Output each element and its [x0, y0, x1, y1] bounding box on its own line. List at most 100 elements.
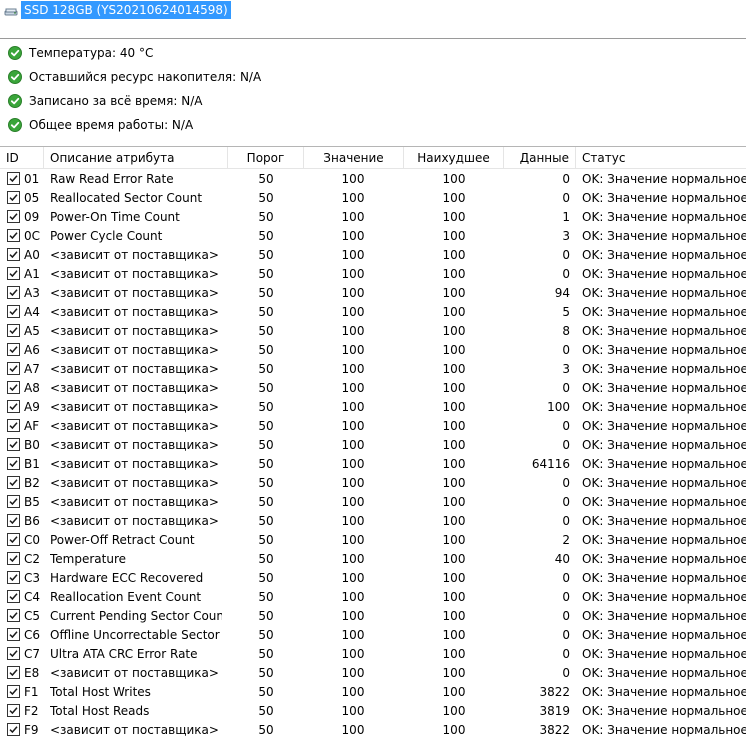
- cell-threshold: 50: [258, 400, 274, 414]
- cell-worst: 100: [442, 514, 466, 528]
- cell-threshold: 50: [258, 647, 274, 661]
- row-checkbox[interactable]: [7, 381, 20, 394]
- table-row[interactable]: C4 Reallocation Event Count 50 100 100 0 OK: З…: [0, 588, 746, 607]
- table-row[interactable]: A3 <зависит от поставщика> 50 100 100 94 OK: З…: [0, 284, 746, 303]
- cell-value: 100: [341, 723, 365, 737]
- cell-threshold: 50: [258, 381, 274, 395]
- cell-status: OK: Значение нормальное: [582, 647, 746, 661]
- table-row[interactable]: A5 <зависит от поставщика> 50 100 100 8 OK: Зн…: [0, 322, 746, 341]
- row-checkbox[interactable]: [7, 286, 20, 299]
- table-row[interactable]: A7 <зависит от поставщика> 50 100 100 3 OK: Зн…: [0, 360, 746, 379]
- row-checkbox[interactable]: [7, 419, 20, 432]
- cell-status: OK: Значение нормальное: [582, 457, 746, 471]
- cell-description: <зависит от поставщика>: [50, 324, 219, 338]
- row-checkbox[interactable]: [7, 476, 20, 489]
- row-checkbox[interactable]: [7, 723, 20, 736]
- table-row[interactable]: C0 Power-Off Retract Count 50 100 100 2 OK: Зн…: [0, 531, 746, 550]
- table-row[interactable]: C2 Temperature 50 100 100 40 OK: Значение норм…: [0, 550, 746, 569]
- table-row[interactable]: A4 <зависит от поставщика> 50 100 100 5 OK: Зн…: [0, 303, 746, 322]
- column-header-threshold[interactable]: Порог: [228, 147, 304, 169]
- table-row[interactable]: 05 Reallocated Sector Count 50 100 100 0 OK: З…: [0, 189, 746, 208]
- row-checkbox[interactable]: [7, 324, 20, 337]
- table-row[interactable]: 09 Power-On Time Count 50 100 100 1 OK: Значен…: [0, 208, 746, 227]
- cell-threshold: 50: [258, 248, 274, 262]
- row-checkbox[interactable]: [7, 438, 20, 451]
- row-checkbox[interactable]: [7, 590, 20, 603]
- table-row[interactable]: A1 <зависит от поставщика> 50 100 100 0 OK: Зн…: [0, 265, 746, 284]
- row-checkbox[interactable]: [7, 305, 20, 318]
- table-row[interactable]: C3 Hardware ECC Recovered 50 100 100 0 OK: Зна…: [0, 569, 746, 588]
- table-row[interactable]: 0C Power Cycle Count 50 100 100 3 OK: Значение…: [0, 227, 746, 246]
- column-header-value[interactable]: Значение: [304, 147, 404, 169]
- cell-value: 100: [341, 495, 365, 509]
- column-header-description[interactable]: Описание атрибута: [44, 147, 228, 169]
- column-header-status[interactable]: Статус: [576, 147, 746, 169]
- row-checkbox[interactable]: [7, 267, 20, 280]
- table-row[interactable]: F2 Total Host Reads 50 100 100 3819 OK: Значен…: [0, 702, 746, 721]
- cell-value: 100: [341, 438, 365, 452]
- row-checkbox[interactable]: [7, 495, 20, 508]
- table-row[interactable]: B2 <зависит от поставщика> 50 100 100 0 OK: Зн…: [0, 474, 746, 493]
- cell-data: 0: [562, 666, 570, 680]
- table-row[interactable]: E8 <зависит от поставщика> 50 100 100 0 OK: Зн…: [0, 664, 746, 683]
- table-row[interactable]: B6 <зависит от поставщика> 50 100 100 0 OK: Зн…: [0, 512, 746, 531]
- row-checkbox[interactable]: [7, 229, 20, 242]
- row-checkbox[interactable]: [7, 647, 20, 660]
- row-checkbox[interactable]: [7, 248, 20, 261]
- row-checkbox[interactable]: [7, 685, 20, 698]
- cell-data: 3822: [539, 685, 570, 699]
- cell-value: 100: [341, 571, 365, 585]
- column-header-id[interactable]: ID: [0, 147, 44, 169]
- column-header-data[interactable]: Данные: [504, 147, 576, 169]
- cell-data: 0: [562, 495, 570, 509]
- cell-status: OK: Значение нормальное: [582, 685, 746, 699]
- row-checkbox[interactable]: [7, 609, 20, 622]
- drive-item[interactable]: SSD 128GB (YS20210624014598): [4, 0, 231, 20]
- row-checkbox[interactable]: [7, 514, 20, 527]
- row-checkbox[interactable]: [7, 666, 20, 679]
- cell-value: 100: [341, 172, 365, 186]
- cell-value: 100: [341, 457, 365, 471]
- table-row[interactable]: A6 <зависит от поставщика> 50 100 100 0 OK: Зн…: [0, 341, 746, 360]
- cell-threshold: 50: [258, 267, 274, 281]
- table-row[interactable]: A0 <зависит от поставщика> 50 100 100 0 OK: Зн…: [0, 246, 746, 265]
- cell-description: <зависит от поставщика>: [50, 419, 219, 433]
- table-row[interactable]: C7 Ultra ATA CRC Error Rate 50 100 100 0 OK: З…: [0, 645, 746, 664]
- table-row[interactable]: AF <зависит от поставщика> 50 100 100 0 OK: Зн…: [0, 417, 746, 436]
- row-checkbox[interactable]: [7, 400, 20, 413]
- cell-id: B0: [24, 438, 40, 452]
- row-checkbox[interactable]: [7, 704, 20, 717]
- table-row[interactable]: 01 Raw Read Error Rate 50 100 100 0 OK: Значен…: [0, 170, 746, 189]
- cell-data: 0: [562, 191, 570, 205]
- table-row[interactable]: B5 <зависит от поставщика> 50 100 100 0 OK: Зн…: [0, 493, 746, 512]
- cell-value: 100: [341, 704, 365, 718]
- cell-id: A3: [24, 286, 40, 300]
- cell-threshold: 50: [258, 362, 274, 376]
- cell-data: 0: [562, 514, 570, 528]
- row-checkbox[interactable]: [7, 628, 20, 641]
- row-checkbox[interactable]: [7, 457, 20, 470]
- table-row[interactable]: C6 Offline Uncorrectable Sector C... 50 100…: [0, 626, 746, 645]
- table-row[interactable]: F9 <зависит от поставщика> 50 100 100 3822 OK:…: [0, 721, 746, 740]
- table-row[interactable]: A9 <зависит от поставщика> 50 100 100 100 OK: …: [0, 398, 746, 417]
- row-checkbox[interactable]: [7, 172, 20, 185]
- cell-id: 0C: [24, 229, 41, 243]
- drive-label: SSD 128GB (YS20210624014598): [21, 1, 231, 19]
- cell-threshold: 50: [258, 628, 274, 642]
- row-checkbox[interactable]: [7, 571, 20, 584]
- table-row[interactable]: B1 <зависит от поставщика> 50 100 100 64116 OK…: [0, 455, 746, 474]
- cell-id: A5: [24, 324, 40, 338]
- table-row[interactable]: B0 <зависит от поставщика> 50 100 100 0 OK: Зн…: [0, 436, 746, 455]
- row-checkbox[interactable]: [7, 191, 20, 204]
- table-row[interactable]: F1 Total Host Writes 50 100 100 3822 OK: Значе…: [0, 683, 746, 702]
- row-checkbox[interactable]: [7, 533, 20, 546]
- row-checkbox[interactable]: [7, 343, 20, 356]
- column-header-worst[interactable]: Наихудшее: [404, 147, 504, 169]
- table-row[interactable]: C5 Current Pending Sector Count 50 100 100 0 O…: [0, 607, 746, 626]
- row-checkbox[interactable]: [7, 362, 20, 375]
- row-checkbox[interactable]: [7, 552, 20, 565]
- cell-worst: 100: [442, 191, 466, 205]
- row-checkbox[interactable]: [7, 210, 20, 223]
- cell-id: C4: [24, 590, 41, 604]
- table-row[interactable]: A8 <зависит от поставщика> 50 100 100 0 OK: Зн…: [0, 379, 746, 398]
